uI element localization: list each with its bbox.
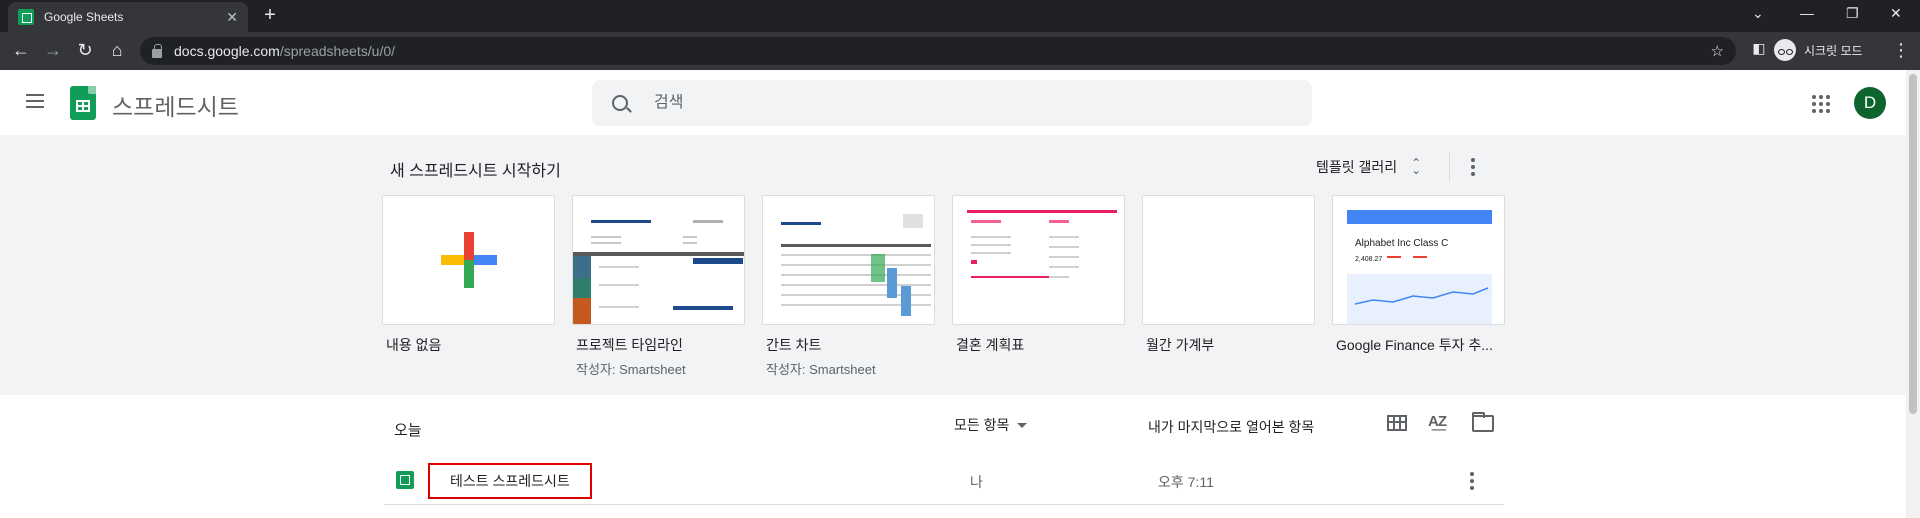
template-label: 내용 없음 xyxy=(386,337,442,353)
url-host: docs.google.com xyxy=(174,43,280,59)
template-author: 작성자: Smartsheet xyxy=(576,362,686,377)
file-row[interactable]: 테스트 스프레드시트 나 오후 7:11 xyxy=(384,457,1504,505)
section-label-today: 오늘 xyxy=(394,422,422,439)
browser-toolbar: ← → ↻ ⌂ docs.google.com/spreadsheets/u/0… xyxy=(0,32,1920,70)
template-card-google-finance[interactable]: Alphabet Inc Class C 2,408.27 Google Fin… xyxy=(1332,195,1505,355)
gantt-chart-preview xyxy=(781,214,931,316)
template-gallery: 새 스프레드시트 시작하기 템플릿 갤러리 ⌃ ⌄ 내용 없음 프로젝트 타임라… xyxy=(0,135,1906,395)
file-last-opened: 오후 7:11 xyxy=(1158,474,1214,490)
template-author: 작성자: Smartsheet xyxy=(766,362,876,377)
divider xyxy=(1449,153,1450,181)
url-path: /spreadsheets/u/0/ xyxy=(279,43,396,59)
dropdown-arrow-icon xyxy=(1017,422,1028,428)
page-scrollbar[interactable] xyxy=(1906,70,1920,518)
template-label: 결혼 계획표 xyxy=(956,337,1025,353)
plus-icon xyxy=(441,232,497,288)
minimize-icon[interactable]: — xyxy=(1800,5,1814,21)
forward-icon[interactable]: → xyxy=(42,40,64,61)
file-owner: 나 xyxy=(970,474,983,490)
grid-view-icon[interactable] xyxy=(1387,415,1407,431)
template-thumbnail[interactable] xyxy=(382,195,555,325)
incognito-label: 시크릿 모드 xyxy=(1804,43,1863,58)
sort-options-icon[interactable]: A͟Z xyxy=(1428,413,1447,430)
sort-order-button[interactable]: 내가 마지막으로 열어본 항목 xyxy=(1148,417,1314,437)
search-icon[interactable] xyxy=(612,95,628,111)
home-icon[interactable]: ⌂ xyxy=(106,40,128,61)
owner-filter-dropdown[interactable]: 모든 항목 xyxy=(954,415,1028,435)
sheets-logo-icon[interactable] xyxy=(70,86,96,120)
gallery-more-icon[interactable] xyxy=(1466,155,1480,179)
reload-icon[interactable]: ↻ xyxy=(74,40,96,61)
file-name: 테스트 스프레드시트 xyxy=(450,473,570,489)
search-bar[interactable] xyxy=(592,80,1312,126)
finance-preview-title: Alphabet Inc Class C xyxy=(1355,238,1449,249)
file-more-icon[interactable] xyxy=(1466,469,1478,493)
tab-search-icon[interactable]: ⌄ xyxy=(1752,5,1764,22)
template-label: Google Finance 투자 추... xyxy=(1336,337,1493,353)
restore-icon[interactable]: ❐ xyxy=(1846,5,1859,22)
main-menu-icon[interactable] xyxy=(26,94,44,108)
incognito-indicator[interactable]: 시크릿 모드 xyxy=(1774,39,1863,61)
template-card-gantt-chart[interactable]: 간트 차트 작성자: Smartsheet xyxy=(762,195,935,378)
finance-preview-price: 2,408.27 xyxy=(1355,256,1383,263)
google-apps-icon[interactable] xyxy=(1812,95,1830,113)
browser-tab-bar: Google Sheets ✕ + ⌄ — ❐ ✕ xyxy=(0,0,1920,32)
template-thumbnail[interactable] xyxy=(1142,195,1315,325)
template-card-blank[interactable]: 내용 없음 xyxy=(382,195,555,355)
sheets-file-icon xyxy=(396,471,414,489)
sheets-favicon-icon xyxy=(18,9,34,25)
template-label: 월간 가계부 xyxy=(1146,337,1215,353)
app-header: 스프레드시트 D xyxy=(0,70,1920,135)
template-label: 간트 차트 xyxy=(766,337,822,353)
project-timeline-preview xyxy=(573,220,744,324)
template-thumbnail[interactable] xyxy=(762,195,935,325)
template-gallery-label: 템플릿 갤러리 xyxy=(1316,159,1398,175)
template-card-wedding-planner[interactable]: 결혼 계획표 xyxy=(952,195,1125,355)
browser-tab[interactable]: Google Sheets ✕ xyxy=(8,2,248,32)
app-title[interactable]: 스프레드시트 xyxy=(112,88,239,122)
template-card-monthly-budget[interactable]: 월간 가계부 xyxy=(1142,195,1315,355)
side-panel-icon[interactable]: ◧ xyxy=(1748,40,1770,57)
unfold-icon: ⌃ ⌄ xyxy=(1411,156,1422,177)
gallery-title: 새 스프레드시트 시작하기 xyxy=(390,163,561,180)
template-label: 프로젝트 타임라인 xyxy=(576,337,683,353)
back-icon[interactable]: ← xyxy=(10,40,32,61)
scrollbar-thumb[interactable] xyxy=(1909,74,1917,414)
recent-files: 오늘 모든 항목 내가 마지막으로 열어본 항목 A͟Z 테스트 스프레드시트 … xyxy=(0,395,1906,518)
wedding-planner-preview xyxy=(967,210,1117,278)
address-bar[interactable]: docs.google.com/spreadsheets/u/0/ ☆ xyxy=(140,37,1736,65)
tab-title: Google Sheets xyxy=(44,10,124,24)
account-avatar[interactable]: D xyxy=(1854,87,1886,119)
file-picker-folder-icon[interactable] xyxy=(1472,412,1494,432)
template-thumbnail[interactable] xyxy=(572,195,745,325)
bookmark-star-icon[interactable]: ☆ xyxy=(1711,42,1724,60)
template-card-project-timeline[interactable]: 프로젝트 타임라인 작성자: Smartsheet xyxy=(572,195,745,378)
search-input[interactable] xyxy=(654,94,1254,112)
template-gallery-button[interactable]: 템플릿 갤러리 ⌃ ⌄ xyxy=(1316,157,1421,177)
new-tab-button[interactable]: + xyxy=(258,4,282,27)
browser-menu-icon[interactable]: ⋮ xyxy=(1890,40,1912,61)
file-name-highlight[interactable]: 테스트 스프레드시트 xyxy=(428,463,592,499)
window-close-icon[interactable]: ✕ xyxy=(1890,5,1902,22)
template-thumbnail[interactable]: Alphabet Inc Class C 2,408.27 xyxy=(1332,195,1505,325)
lock-icon xyxy=(152,43,162,58)
incognito-icon xyxy=(1774,39,1796,61)
owner-filter-label: 모든 항목 xyxy=(954,417,1010,433)
tab-close-icon[interactable]: ✕ xyxy=(226,9,238,26)
template-thumbnail[interactable] xyxy=(952,195,1125,325)
